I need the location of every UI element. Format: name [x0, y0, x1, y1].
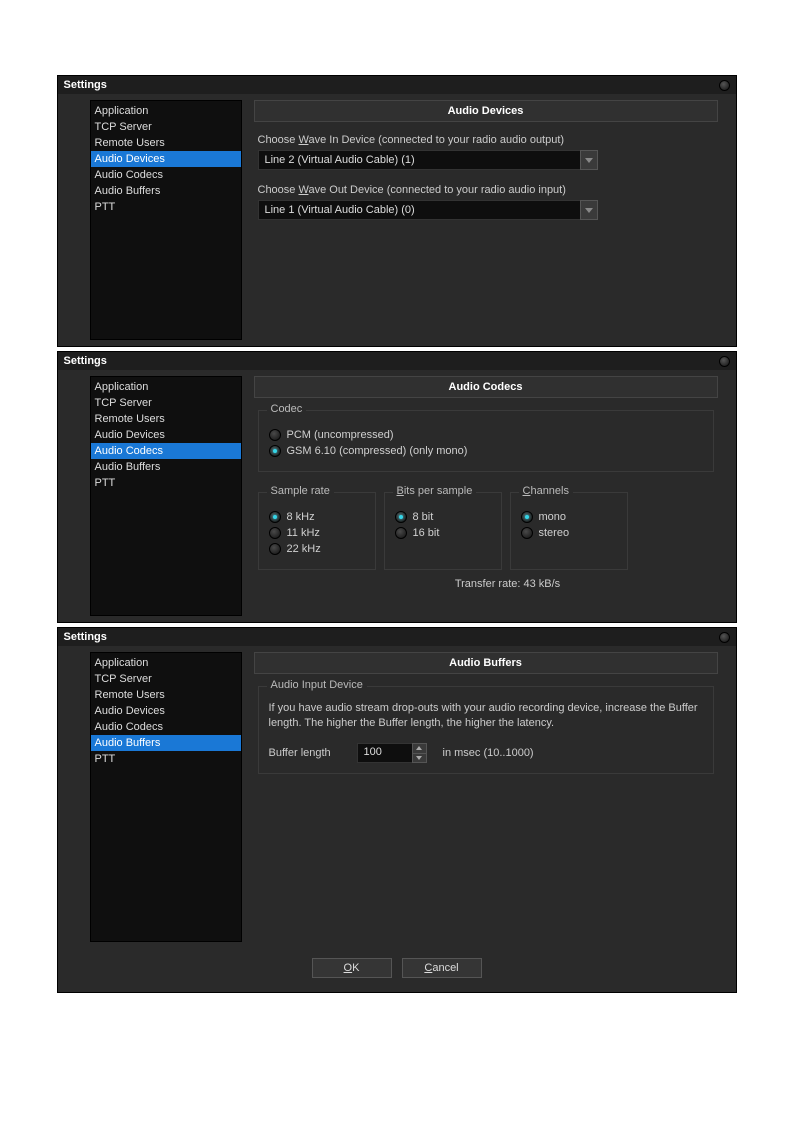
radio-stereo[interactable]: stereo — [521, 527, 617, 539]
radio-22khz[interactable]: 22 kHz — [269, 543, 365, 555]
radio-label: mono — [539, 511, 567, 523]
chevron-down-icon — [585, 208, 593, 213]
buffer-length-unit: in msec (10..1000) — [443, 747, 534, 759]
chevron-up-icon — [416, 746, 422, 750]
header-indicator-icon — [719, 356, 730, 367]
sidebar-item-audio-devices[interactable]: Audio Devices — [91, 151, 241, 167]
sidebar-item-remote-users[interactable]: Remote Users — [91, 135, 241, 151]
panel-title: Settings — [64, 79, 107, 91]
bits-per-sample-group: Bits per sample 8 bit 16 bit — [384, 492, 502, 570]
sidebar-item-audio-buffers[interactable]: Audio Buffers — [91, 459, 241, 475]
buffer-length-spinner[interactable]: 100 — [357, 743, 427, 763]
settings-nav-list: Application TCP Server Remote Users Audi… — [90, 376, 242, 616]
radio-16bit[interactable]: 16 bit — [395, 527, 491, 539]
help-text: If you have audio stream drop-outs with … — [269, 701, 703, 731]
codec-group: Codec PCM (uncompressed) GSM 6.10 (compr… — [258, 410, 714, 472]
spinner-down-button[interactable] — [412, 754, 427, 764]
sidebar-item-audio-buffers[interactable]: Audio Buffers — [91, 183, 241, 199]
sample-rate-label: Sample rate — [267, 485, 334, 497]
panel-header: Settings — [58, 352, 736, 370]
sidebar-item-audio-codecs[interactable]: Audio Codecs — [91, 443, 241, 459]
radio-icon — [269, 543, 281, 555]
wave-out-label: Choose Wave Out Device (connected to you… — [258, 184, 714, 196]
section-title: Audio Buffers — [254, 652, 718, 674]
radio-label: PCM (uncompressed) — [287, 429, 394, 441]
radio-11khz[interactable]: 11 kHz — [269, 527, 365, 539]
channels-group: Channels mono stereo — [510, 492, 628, 570]
sidebar-item-tcp-server[interactable]: TCP Server — [91, 119, 241, 135]
settings-panel-audio-devices: Settings Application TCP Server Remote U… — [57, 75, 737, 347]
header-indicator-icon — [719, 80, 730, 91]
wave-out-select-value: Line 1 (Virtual Audio Cable) (0) — [258, 200, 580, 220]
radio-icon — [395, 511, 407, 523]
section-title: Audio Devices — [254, 100, 718, 122]
ok-button[interactable]: OK — [312, 958, 392, 978]
panel-title: Settings — [64, 631, 107, 643]
cancel-button[interactable]: Cancel — [402, 958, 482, 978]
sidebar-item-ptt[interactable]: PTT — [91, 751, 241, 767]
channels-label: Channels — [519, 485, 574, 497]
bits-label: Bits per sample — [393, 485, 477, 497]
radio-icon — [269, 429, 281, 441]
radio-8bit[interactable]: 8 bit — [395, 511, 491, 523]
buffer-length-label: Buffer length — [269, 747, 349, 759]
radio-label: 22 kHz — [287, 543, 321, 555]
sidebar-item-audio-devices[interactable]: Audio Devices — [91, 703, 241, 719]
radio-icon — [269, 445, 281, 457]
radio-label: GSM 6.10 (compressed) (only mono) — [287, 445, 468, 457]
audio-input-device-group: Audio Input Device If you have audio str… — [258, 686, 714, 774]
radio-8khz[interactable]: 8 kHz — [269, 511, 365, 523]
radio-icon — [395, 527, 407, 539]
sidebar-item-ptt[interactable]: PTT — [91, 199, 241, 215]
sidebar-item-application[interactable]: Application — [91, 379, 241, 395]
radio-label: 16 bit — [413, 527, 440, 539]
radio-icon — [269, 511, 281, 523]
sample-rate-group: Sample rate 8 kHz 11 kHz 2 — [258, 492, 376, 570]
chevron-down-icon — [585, 158, 593, 163]
settings-panel-audio-buffers: Settings Application TCP Server Remote U… — [57, 627, 737, 993]
header-indicator-icon — [719, 632, 730, 643]
wave-in-dropdown-button[interactable] — [580, 150, 598, 170]
radio-label: 8 bit — [413, 511, 434, 523]
sidebar-item-audio-devices[interactable]: Audio Devices — [91, 427, 241, 443]
wave-in-select-value: Line 2 (Virtual Audio Cable) (1) — [258, 150, 580, 170]
wave-in-label: Choose Wave In Device (connected to your… — [258, 134, 714, 146]
codec-group-label: Codec — [267, 403, 307, 415]
wave-out-select[interactable]: Line 1 (Virtual Audio Cable) (0) — [258, 200, 598, 220]
sidebar-item-audio-codecs[interactable]: Audio Codecs — [91, 719, 241, 735]
sidebar-item-ptt[interactable]: PTT — [91, 475, 241, 491]
radio-pcm[interactable]: PCM (uncompressed) — [269, 429, 703, 441]
transfer-rate-label: Transfer rate: 43 kB/s — [378, 578, 638, 590]
settings-panel-audio-codecs: Settings Application TCP Server Remote U… — [57, 351, 737, 623]
sidebar-item-tcp-server[interactable]: TCP Server — [91, 671, 241, 687]
radio-label: 8 kHz — [287, 511, 315, 523]
sidebar-item-tcp-server[interactable]: TCP Server — [91, 395, 241, 411]
sidebar-item-application[interactable]: Application — [91, 655, 241, 671]
radio-gsm[interactable]: GSM 6.10 (compressed) (only mono) — [269, 445, 703, 457]
sidebar-item-remote-users[interactable]: Remote Users — [91, 411, 241, 427]
sidebar-item-audio-buffers[interactable]: Audio Buffers — [91, 735, 241, 751]
settings-nav-list: Application TCP Server Remote Users Audi… — [90, 652, 242, 942]
wave-in-select[interactable]: Line 2 (Virtual Audio Cable) (1) — [258, 150, 598, 170]
chevron-down-icon — [416, 756, 422, 760]
radio-icon — [521, 511, 533, 523]
sidebar-item-audio-codecs[interactable]: Audio Codecs — [91, 167, 241, 183]
spinner-up-button[interactable] — [412, 743, 427, 754]
radio-label: 11 kHz — [287, 527, 320, 539]
sidebar-item-remote-users[interactable]: Remote Users — [91, 687, 241, 703]
dialog-button-row: OK Cancel — [58, 948, 736, 992]
radio-mono[interactable]: mono — [521, 511, 617, 523]
section-title: Audio Codecs — [254, 376, 718, 398]
radio-label: stereo — [539, 527, 570, 539]
buffer-length-value[interactable]: 100 — [357, 743, 412, 763]
panel-header: Settings — [58, 628, 736, 646]
panel-title: Settings — [64, 355, 107, 367]
radio-icon — [521, 527, 533, 539]
wave-out-dropdown-button[interactable] — [580, 200, 598, 220]
sidebar-item-application[interactable]: Application — [91, 103, 241, 119]
group-label: Audio Input Device — [267, 679, 367, 691]
radio-icon — [269, 527, 281, 539]
panel-header: Settings — [58, 76, 736, 94]
settings-nav-list: Application TCP Server Remote Users Audi… — [90, 100, 242, 340]
